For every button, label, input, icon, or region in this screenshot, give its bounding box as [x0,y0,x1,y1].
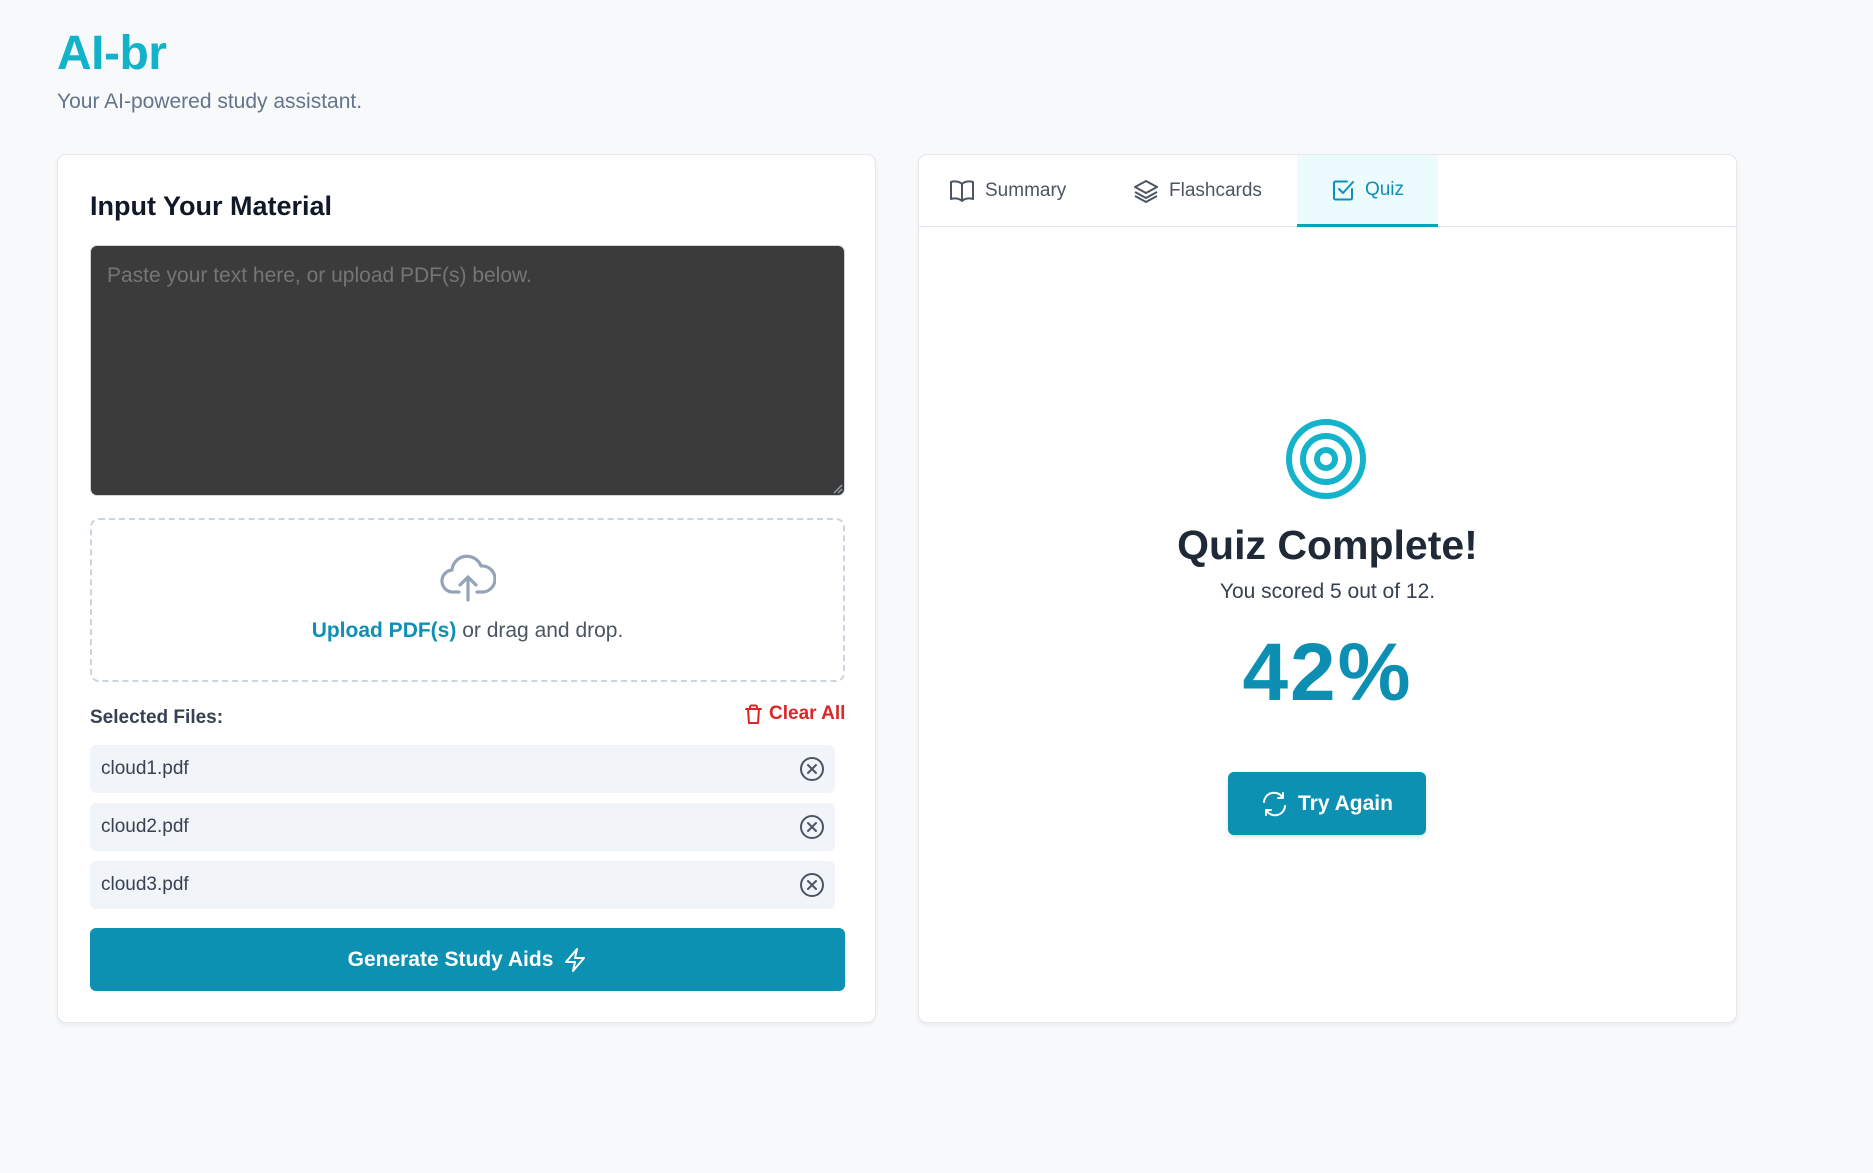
results-tabs: Summary Flashcards Quiz [919,155,1736,227]
try-again-label: Try Again [1298,791,1393,815]
trash-icon [745,704,762,724]
results-panel: Summary Flashcards Quiz Quiz Complete! Y… [918,154,1737,1023]
tab-flashcards-label: Flashcards [1169,180,1262,201]
check-square-icon [1332,180,1354,200]
tab-summary[interactable]: Summary [949,155,1066,227]
input-section-title: Input Your Material [90,191,333,221]
file-list-item: cloud1.pdf [90,745,835,793]
book-open-icon [950,180,974,202]
material-textarea[interactable] [90,245,845,496]
zap-icon [565,947,586,972]
file-name: cloud3.pdf [101,874,189,895]
app-subtitle: Your AI-powered study assistant. [57,90,363,113]
tab-summary-label: Summary [985,180,1067,201]
quiz-complete-title: Quiz Complete! [1177,522,1478,568]
remove-file-icon[interactable] [799,814,825,840]
target-icon [1286,419,1366,499]
layers-icon [1134,180,1158,203]
remove-file-icon[interactable] [799,756,825,782]
selected-files-label: Selected Files: [90,707,224,728]
upload-hint-text: or drag and drop. [456,619,624,642]
file-list-item: cloud2.pdf [90,803,835,851]
upload-pdf-link[interactable]: Upload PDF(s) [312,619,457,642]
quiz-score-percent: 42% [1242,627,1413,718]
generate-study-aids-button[interactable]: Generate Study Aids [90,928,845,991]
try-again-button[interactable]: Try Again [1228,772,1426,835]
clear-all-label: Clear All [769,703,846,724]
input-panel: Input Your Material Upload PDF(s) or dra… [57,154,876,1023]
refresh-icon [1263,791,1287,816]
resize-grip-icon[interactable] [831,482,843,494]
pdf-upload-dropzone[interactable]: Upload PDF(s) or drag and drop. [90,518,845,682]
cloud-upload-icon [440,554,496,602]
tab-quiz-label: Quiz [1364,178,1405,200]
app-header: AI-br Your AI-powered study assistant. [57,30,362,114]
tab-flashcards[interactable]: Flashcards [1133,155,1262,227]
app-title: AI-br [57,27,167,80]
tab-quiz[interactable]: Quiz [1297,155,1438,227]
remove-file-icon[interactable] [799,872,825,898]
file-list-item: cloud3.pdf [90,861,835,909]
file-name: cloud2.pdf [101,816,189,837]
generate-button-label: Generate Study Aids [347,947,554,971]
file-name: cloud1.pdf [101,758,189,779]
upload-instructions: Upload PDF(s) or drag and drop. [92,619,843,643]
clear-all-button[interactable]: Clear All [744,703,845,725]
quiz-score-text: You scored 5 out of 12. [1219,580,1436,603]
